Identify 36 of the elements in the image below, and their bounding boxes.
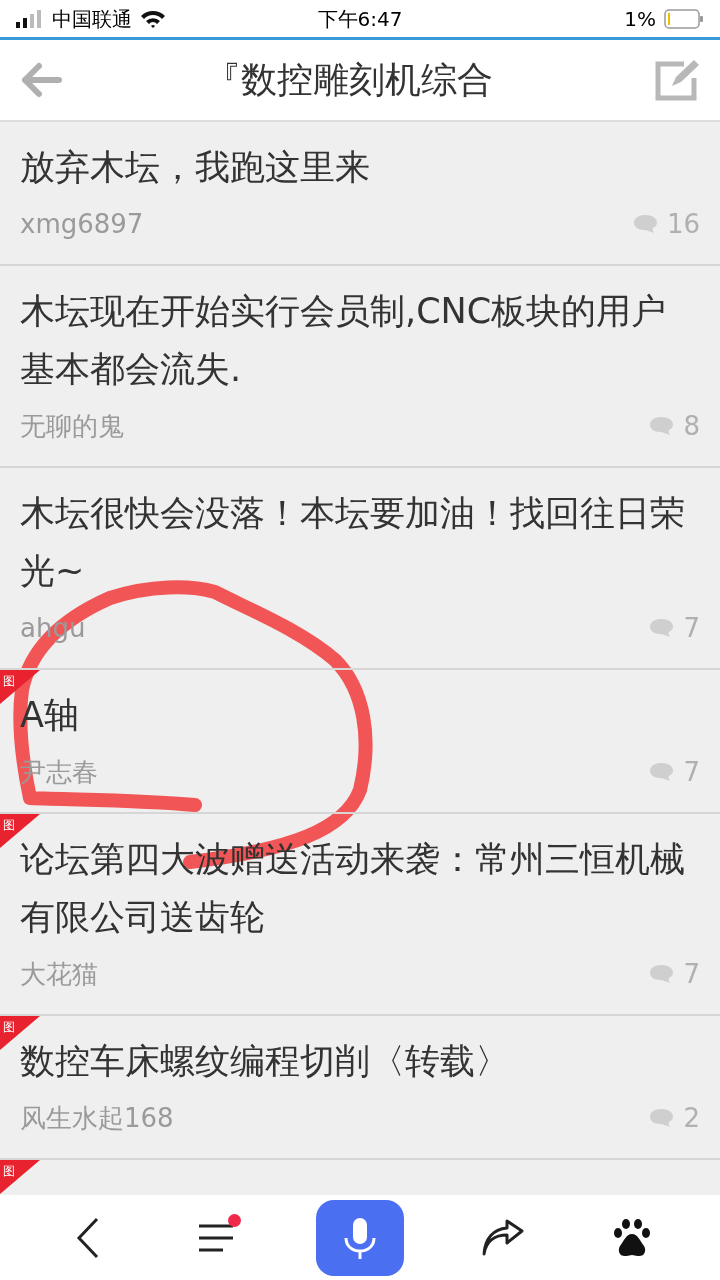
comment-icon xyxy=(632,214,659,234)
reply-count: 7 xyxy=(683,611,700,645)
wifi-icon xyxy=(140,8,166,29)
post-author: 风生水起168 xyxy=(20,1101,174,1135)
clock-time: 下午6:47 xyxy=(317,5,403,33)
comment-icon xyxy=(649,416,676,436)
post-author: xmg6897 xyxy=(20,207,144,241)
battery-percent: 1% xyxy=(624,5,656,33)
post-row[interactable]: 木坛现在开始实行会员制,CNC板块的用户基本都会流失. 无聊的鬼 8 xyxy=(0,266,720,468)
post-title: 木坛很快会没落！本坛要加油！找回往日荣光~ xyxy=(20,492,686,593)
share-arrow-icon xyxy=(480,1218,525,1257)
reply-count: 7 xyxy=(683,957,700,991)
comment-icon xyxy=(649,964,676,984)
paw-icon xyxy=(612,1217,651,1258)
voice-button[interactable] xyxy=(316,1199,404,1276)
post-title: 放弃木坛，我跑这里来 xyxy=(20,146,371,189)
comment-icon xyxy=(649,1108,676,1128)
edit-icon xyxy=(654,58,702,102)
post-author: 大花猫 xyxy=(20,957,98,991)
chevron-left-icon xyxy=(76,1216,101,1259)
microphone-icon xyxy=(342,1215,378,1260)
comment-icon xyxy=(649,618,676,638)
image-badge: 图 xyxy=(0,1160,40,1194)
reply-count: 7 xyxy=(683,755,700,789)
reply-count: 2 xyxy=(683,1101,700,1135)
back-arrow-icon xyxy=(19,62,63,98)
post-author: 无聊的鬼 xyxy=(20,409,124,443)
signal-icon xyxy=(16,9,44,28)
post-title: 木坛现在开始实行会员制,CNC板块的用户基本都会流失. xyxy=(20,290,668,391)
reply-count: 8 xyxy=(683,409,700,443)
reply-count: 16 xyxy=(666,207,700,241)
comment-icon xyxy=(649,762,676,782)
carrier-name: 中国联通 xyxy=(52,5,132,33)
post-row[interactable]: 放弃木坛，我跑这里来 xmg6897 16 xyxy=(0,122,720,266)
page-title: 『数控雕刻机综合 xyxy=(205,58,493,102)
battery-icon xyxy=(664,8,704,29)
